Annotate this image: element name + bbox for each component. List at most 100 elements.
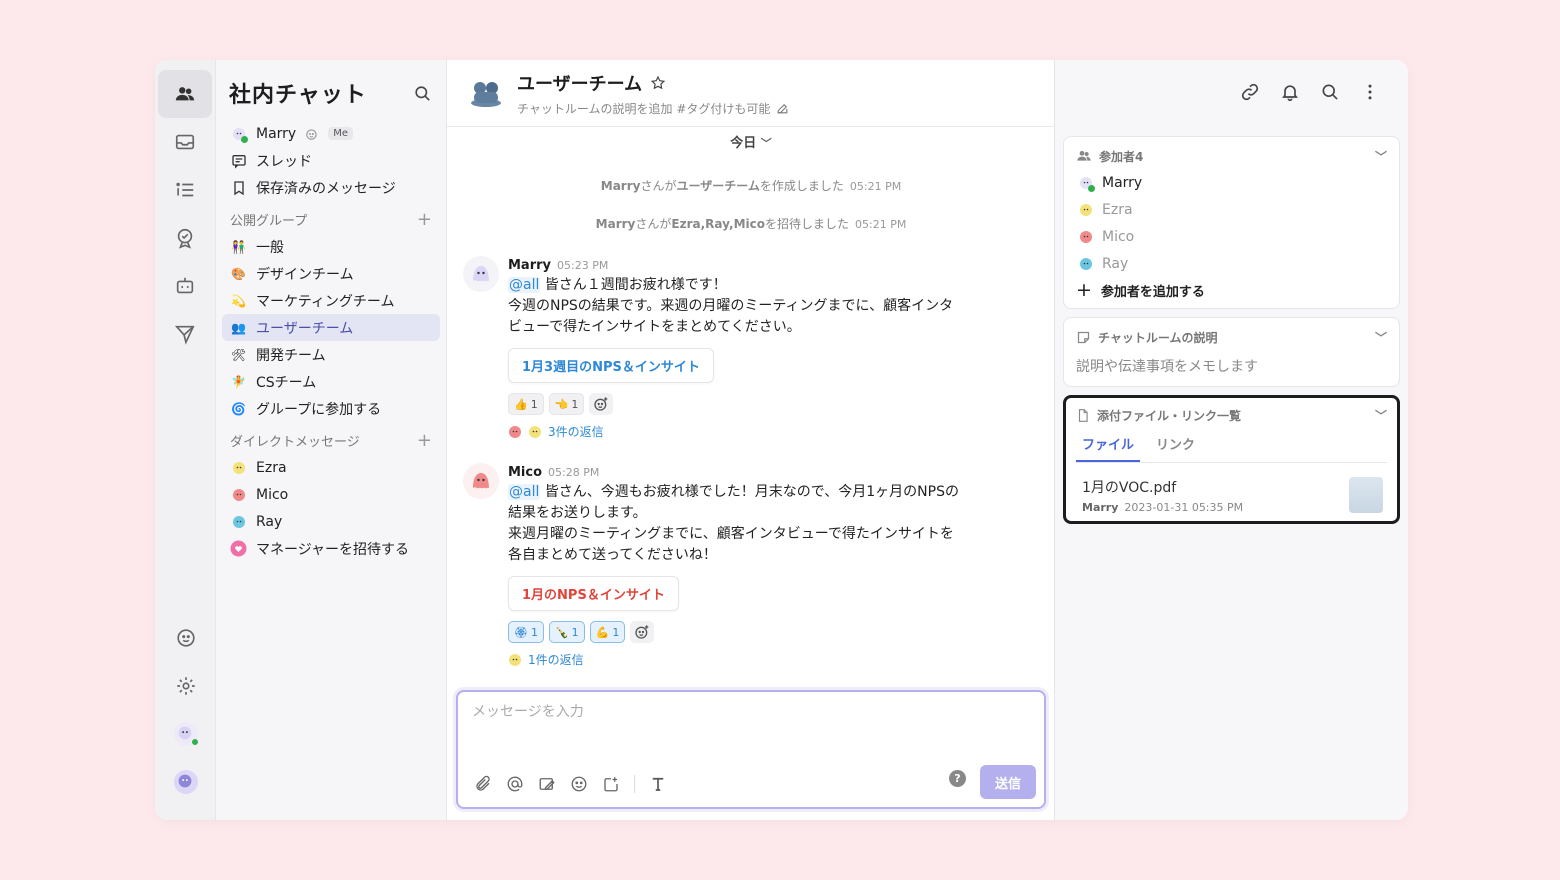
mention-all[interactable]: @all	[508, 484, 541, 500]
mention-all[interactable]: @all	[508, 277, 541, 293]
system-object: Ezra,Ray,Mico	[671, 217, 765, 231]
reactions-row: 👍 1 👈 1	[508, 393, 1023, 415]
add-reaction-button[interactable]	[589, 393, 614, 415]
thumbs-up-icon: 👍	[514, 397, 528, 411]
add-reaction-button[interactable]	[630, 621, 655, 643]
reaction-thumbs-up[interactable]: 👍 1	[508, 393, 544, 415]
reaction-count: 1	[571, 625, 579, 639]
help-icon[interactable]: ?	[949, 770, 966, 787]
star-icon[interactable]	[650, 75, 666, 91]
rail-settings-button[interactable]	[159, 662, 213, 710]
add-status-icon[interactable]	[305, 127, 319, 141]
emoji-icon[interactable]	[570, 775, 588, 793]
rail-inbox-button[interactable]	[158, 118, 212, 166]
attachments-card-header[interactable]: 添付ファイル・リンク一覧 ﹀	[1076, 406, 1387, 424]
replies-count: 1件の返信	[528, 653, 584, 667]
message-input[interactable]	[458, 692, 1044, 732]
sidebar-item-dev[interactable]: 🛠 開発チーム	[222, 341, 440, 368]
file-owner: Marry	[1082, 501, 1119, 514]
rail-workspace-button[interactable]	[159, 758, 213, 806]
description-card-header[interactable]: チャットルームの説明 ﹀	[1076, 328, 1387, 346]
search-icon[interactable]	[413, 84, 432, 103]
reaction-muscle[interactable]: 💪 1	[589, 621, 626, 643]
sidebar-item-label: 開発チーム	[256, 347, 326, 364]
date-divider[interactable]: 今日 ﹀	[447, 132, 1055, 151]
workspace-title: 社内チャット	[229, 83, 367, 108]
muscle-icon: 💪	[595, 625, 610, 639]
sidebar-item-label: CSチーム	[256, 374, 317, 391]
more-vertical-icon[interactable]	[1360, 82, 1380, 102]
avatar	[509, 425, 521, 438]
sidebar-item-ezra[interactable]: Ezra	[222, 454, 440, 481]
group-emoji-icon: 🛠	[230, 347, 247, 362]
badge-check-icon	[177, 228, 193, 249]
sidebar-item-ray[interactable]: Ray	[222, 508, 440, 535]
member-item[interactable]: Marry	[1076, 169, 1387, 196]
group-emoji-icon: 🧚	[231, 374, 246, 389]
sidebar-item-general[interactable]: 👫 一般	[222, 233, 440, 260]
sender-name[interactable]: Mico	[508, 465, 542, 480]
rail-chat-button[interactable]	[158, 70, 212, 118]
rail-bot-button[interactable]	[158, 262, 212, 310]
member-name: Ray	[1102, 255, 1129, 272]
nps-link-card[interactable]: 1月3週目のNPS＆インサイト	[508, 348, 714, 383]
edit-icon[interactable]	[776, 102, 789, 115]
share-icon[interactable]	[602, 775, 620, 793]
rail-send-button[interactable]	[158, 310, 212, 358]
sidebar-item-threads[interactable]: スレッド	[222, 147, 440, 174]
link-icon[interactable]	[1240, 82, 1260, 102]
message-time: 05:23 PM	[557, 259, 609, 272]
add-group-plus-icon[interactable]: +	[417, 209, 432, 230]
sidebar-item-user-team[interactable]: 👥 ユーザーチーム	[222, 314, 440, 341]
tab-links[interactable]: リンク	[1150, 434, 1201, 462]
attachments-title: 添付ファイル・リンク一覧	[1097, 408, 1242, 423]
workspace-avatar	[173, 770, 198, 794]
system-text: さんが	[635, 217, 672, 231]
sender-name[interactable]: Marry	[508, 258, 551, 273]
thread-replies-link[interactable]: 1件の返信	[508, 651, 1023, 668]
rail-profile-button[interactable]	[159, 710, 213, 758]
sidebar-item-mico[interactable]: Mico	[222, 481, 440, 508]
nps-link-card[interactable]: 1月のNPS＆インサイト	[508, 576, 679, 611]
member-name: Marry	[1102, 174, 1143, 191]
memo-icon[interactable]	[538, 775, 556, 793]
tab-files[interactable]: ファイル	[1076, 434, 1141, 462]
description-placeholder[interactable]: 説明や伝達事項をメモします	[1076, 356, 1387, 376]
file-list-item[interactable]: 1月のVOC.pdf Marry 2023-01-31 05:35 PM	[1076, 463, 1387, 525]
bell-icon[interactable]	[1280, 82, 1300, 102]
sidebar-item-saved[interactable]: 保存済みのメッセージ	[222, 174, 440, 201]
rail-support-button[interactable]	[159, 614, 213, 662]
bottle-icon: 🍾	[554, 625, 569, 639]
member-item[interactable]: Ray	[1076, 250, 1387, 277]
send-button[interactable]: 送信	[980, 765, 1036, 799]
icon-rail	[155, 60, 216, 820]
bookmark-icon	[233, 180, 244, 195]
member-item[interactable]: Ezra	[1076, 196, 1387, 223]
rail-list-button[interactable]	[158, 166, 212, 214]
room-subtitle[interactable]: チャットルームの説明を追加 #タグ付けも可能	[517, 100, 770, 117]
sidebar-item-invite-manager[interactable]: マネージャーを招待する	[222, 535, 440, 562]
sidebar-item-cs[interactable]: 🧚 CSチーム	[222, 368, 440, 395]
search-icon[interactable]	[1320, 82, 1340, 102]
people-icon	[175, 87, 195, 101]
thread-replies-link[interactable]: 3件の返信	[508, 423, 1023, 440]
member-item[interactable]: Mico	[1076, 223, 1387, 250]
reaction-bottle[interactable]: 🍾 1	[548, 621, 585, 643]
text-format-icon[interactable]	[649, 775, 667, 793]
sidebar-item-me[interactable]: Marry Me	[222, 120, 440, 147]
system-message: MarryさんがEzra,Ray,Micoを招待しました 05:21 PM	[447, 215, 1055, 232]
avatar[interactable]	[463, 463, 499, 499]
add-dm-plus-icon[interactable]: +	[417, 430, 432, 451]
sidebar-item-join-group[interactable]: 🌀 グループに参加する	[222, 395, 440, 422]
add-member-button[interactable]: + 参加者を追加する	[1076, 277, 1387, 303]
attach-icon[interactable]	[474, 775, 492, 793]
sidebar-item-marketing[interactable]: 💫 マーケティングチーム	[222, 287, 440, 314]
mention-icon[interactable]	[506, 775, 524, 793]
reaction-flower[interactable]: 🏵 1	[508, 621, 544, 643]
sidebar-item-design[interactable]: 🎨 デザインチーム	[222, 260, 440, 287]
chevron-down-icon: ﹀	[1374, 330, 1387, 345]
rail-badge-button[interactable]	[158, 214, 212, 262]
reaction-point[interactable]: 👈 1	[548, 393, 585, 415]
members-card-header[interactable]: 参加者4 ﹀	[1076, 147, 1387, 165]
avatar[interactable]	[463, 256, 499, 292]
